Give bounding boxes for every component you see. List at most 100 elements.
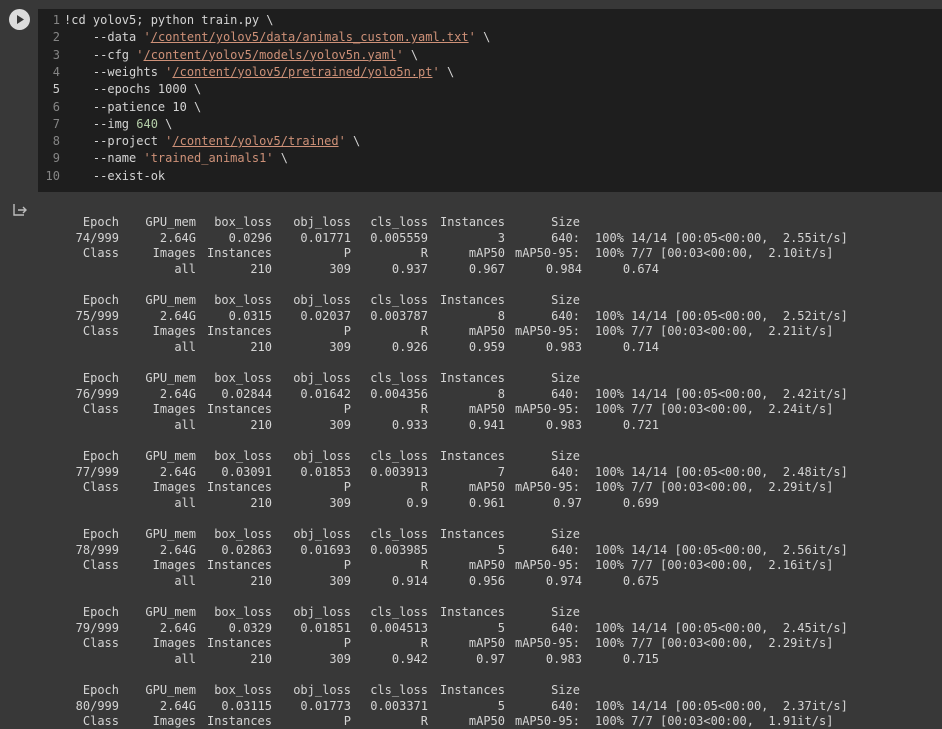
- log-cell: 0.699: [622, 496, 659, 511]
- log-cell: Instances: [439, 683, 505, 697]
- progress-text: 100% 7/7 [00:03<00:00, 2.29it/s]: [595, 480, 834, 495]
- log-cell: 2.64G: [159, 464, 196, 479]
- log-cell: Epoch: [82, 371, 119, 385]
- code-token: 640: [136, 116, 158, 131]
- progress-text: 100% 7/7 [00:03<00:00, 2.10it/s]: [595, 246, 834, 261]
- log-cell: P: [343, 480, 351, 495]
- log-cell: 8: [497, 308, 505, 323]
- log-cell: mAP50: [468, 324, 505, 339]
- train-header-row: Epoch GPU_mem box_loss obj_loss cls_loss Inst…: [0, 292, 942, 308]
- log-cell: box_loss: [214, 449, 272, 463]
- log-cell: mAP50: [468, 558, 505, 573]
- log-cell: 0.714: [622, 340, 659, 355]
- log-cell: 0.02863: [221, 542, 272, 557]
- log-cell: 309: [329, 418, 351, 433]
- code-token: ': [432, 64, 440, 79]
- code-token: 'trained_animals1': [143, 151, 274, 166]
- log-cell: all: [174, 496, 196, 511]
- code-text: --exist-ok: [64, 168, 165, 185]
- line-number: 2: [52, 30, 60, 45]
- log-cell: 210: [250, 574, 272, 589]
- log-cell: obj_loss: [293, 683, 351, 697]
- log-cell: 0.956: [468, 574, 505, 589]
- log-cell: all: [174, 418, 196, 433]
- log-cell: 77/999: [75, 464, 119, 479]
- log-cell: Instances: [206, 714, 272, 729]
- log-cell: 0.01853: [300, 464, 351, 479]
- code-token: --name: [64, 151, 144, 166]
- log-cell: all: [174, 340, 196, 355]
- progress-text: 100% 14/14 [00:05<00:00, 2.55it/s]: [595, 230, 848, 245]
- log-cell: cls_loss: [370, 215, 428, 229]
- log-cell: Instances: [206, 324, 272, 339]
- train-values-row: 80/999 2.64G 0.03115 0.01773 0.003371 5 640: 10…: [0, 698, 942, 714]
- log-cell: 210: [250, 262, 272, 277]
- train-values-row: 76/999 2.64G 0.02844 0.01642 0.004356 8 640: 10…: [0, 386, 942, 402]
- log-cell: 2.64G: [159, 308, 196, 323]
- train-values-row: 75/999 2.64G 0.0315 0.02037 0.003787 8 640: 100…: [0, 308, 942, 324]
- log-cell: 0.01851: [300, 620, 351, 635]
- log-cell: 8: [497, 386, 505, 401]
- log-cell: Instances: [439, 215, 505, 229]
- log-cell: 0.926: [391, 340, 428, 355]
- progress-text: 100% 14/14 [00:05<00:00, 2.52it/s]: [595, 308, 848, 323]
- log-cell: 640:: [551, 620, 580, 635]
- code-token: \: [345, 134, 361, 149]
- log-cell: 309: [329, 574, 351, 589]
- log-cell: Class: [82, 636, 119, 651]
- log-cell: 210: [250, 496, 272, 511]
- log-cell: Instances: [439, 371, 505, 385]
- log-cell: mAP50-95:: [514, 246, 580, 261]
- log-cell: 640:: [551, 308, 580, 323]
- log-cell: obj_loss: [293, 527, 351, 541]
- train-values-row: 77/999 2.64G 0.03091 0.01853 0.003913 7 640: 10…: [0, 464, 942, 480]
- log-cell: obj_loss: [293, 449, 351, 463]
- code-text: --epochs 1000 \: [64, 81, 201, 98]
- log-cell: cls_loss: [370, 449, 428, 463]
- log-cell: cls_loss: [370, 371, 428, 385]
- log-cell: box_loss: [214, 293, 272, 307]
- log-cell: GPU_mem: [145, 683, 196, 697]
- code-text: --cfg '/content/yolov5/models/yolov5n.ya…: [64, 47, 418, 64]
- val-header-row: Class Images Instances P RmAP50 mAP50-95: 100%…: [0, 323, 942, 339]
- log-cell: 2.64G: [159, 698, 196, 713]
- log-cell: Instances: [206, 480, 272, 495]
- log-cell: obj_loss: [293, 293, 351, 307]
- log-cell: Images: [152, 558, 196, 573]
- log-cell: 0.715: [622, 652, 659, 667]
- code-editor[interactable]: 1 !cd yolov5; python train.py \ 2 --data '…: [38, 9, 942, 192]
- log-cell: mAP50-95:: [514, 324, 580, 339]
- log-cell: mAP50: [468, 246, 505, 261]
- log-cell: 0.942: [391, 652, 428, 667]
- line-number: 4: [52, 64, 60, 79]
- val-header-row: Class Images Instances P RmAP50 mAP50-95: 100%…: [0, 557, 942, 573]
- log-cell: 210: [250, 652, 272, 667]
- train-header-row: Epoch GPU_mem box_loss obj_loss cls_loss Inst…: [0, 604, 942, 620]
- log-cell: Class: [82, 402, 119, 417]
- log-cell: box_loss: [214, 527, 272, 541]
- log-cell: 0.0315: [228, 308, 272, 323]
- code-token: ': [338, 134, 346, 149]
- log-cell: R: [420, 636, 428, 651]
- code-token: --weights: [64, 64, 166, 79]
- log-cell: Class: [82, 324, 119, 339]
- log-cell: 5: [497, 542, 505, 557]
- log-cell: box_loss: [214, 371, 272, 385]
- log-cell: 2.64G: [159, 230, 196, 245]
- line-number: 8: [52, 134, 60, 149]
- log-cell: Instances: [206, 558, 272, 573]
- train-values-row: 78/999 2.64G 0.02863 0.01693 0.003985 5 640: 10…: [0, 542, 942, 558]
- log-cell: 0.914: [391, 574, 428, 589]
- log-cell: R: [420, 402, 428, 417]
- log-cell: Epoch: [82, 215, 119, 229]
- line-number: 10: [45, 168, 60, 183]
- log-cell: mAP50-95:: [514, 402, 580, 417]
- log-cell: Epoch: [82, 449, 119, 463]
- code-text: --weights '/content/yolov5/pretrained/yo…: [64, 64, 454, 81]
- run-cell-button[interactable]: [9, 9, 30, 30]
- code-text: --data '/content/yolov5/data/animals_cus…: [64, 29, 490, 46]
- code-token: --data: [64, 30, 144, 45]
- log-cell: 5: [497, 620, 505, 635]
- log-cell: Epoch: [82, 605, 119, 619]
- log-cell: GPU_mem: [145, 527, 196, 541]
